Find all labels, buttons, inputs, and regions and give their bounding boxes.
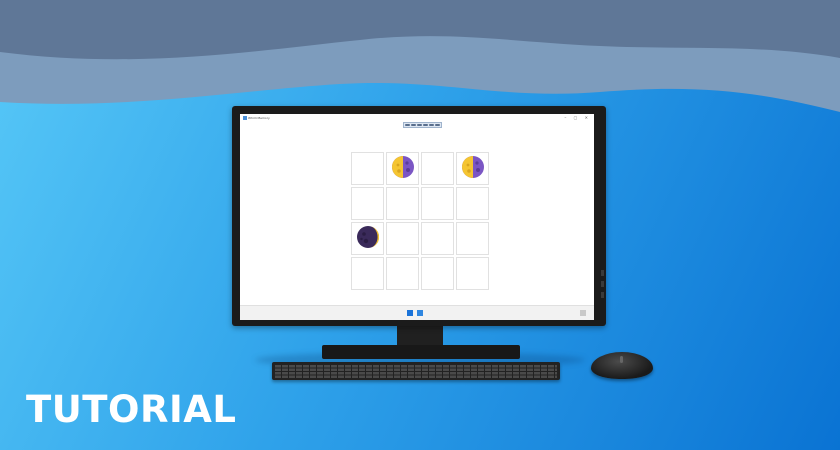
memory-tile[interactable] [456,222,489,255]
memory-board [351,152,489,290]
hint-icon[interactable] [417,124,422,126]
app-logo-icon [243,116,247,120]
waxing-crescent-moon-icon [356,225,380,253]
first-quarter-moon-icon [391,155,415,183]
restart-icon[interactable] [411,124,416,126]
memory-tile[interactable] [456,152,489,185]
memory-tile[interactable] [351,187,384,220]
memory-tile[interactable] [421,152,454,185]
memory-tile[interactable] [386,222,419,255]
memory-tile[interactable] [386,152,419,185]
monitor-button[interactable] [601,281,604,287]
monitor: Whirli Memory – ▢ ✕ [232,106,606,326]
app-title: Whirli Memory [248,116,270,120]
memory-tile[interactable] [421,257,454,290]
memory-tile[interactable] [421,187,454,220]
memory-tile[interactable] [351,257,384,290]
memory-tile[interactable] [456,187,489,220]
windows-start-icon[interactable] [407,310,413,316]
monitor-screen: Whirli Memory – ▢ ✕ [240,114,594,320]
monitor-buttons [601,270,604,303]
settings-icon[interactable] [429,124,434,126]
monitor-button[interactable] [601,292,604,298]
game-toolbar [403,122,442,128]
monitor-stand-base [322,345,520,359]
app-icon[interactable] [417,310,423,316]
memory-tile[interactable] [351,222,384,255]
keyboard [272,362,560,380]
tutorial-banner: TUTORIAL Whirli Memory – ▢ ✕ [0,0,840,450]
keyboard-keys [275,364,557,378]
tray-icon[interactable] [580,310,586,316]
tutorial-label: TUTORIAL [26,388,237,431]
memory-tile[interactable] [386,187,419,220]
memory-tile[interactable] [456,257,489,290]
close-icon[interactable] [435,124,440,126]
monitor-button[interactable] [601,270,604,276]
memory-tile[interactable] [351,152,384,185]
pause-icon[interactable] [423,124,428,126]
memory-tile[interactable] [421,222,454,255]
mouse [591,352,653,379]
window-controls[interactable]: – ▢ ✕ [564,115,591,120]
undo-icon[interactable] [405,124,410,126]
taskbar [240,305,594,320]
memory-tile[interactable] [386,257,419,290]
first-quarter-moon-icon [461,155,485,183]
